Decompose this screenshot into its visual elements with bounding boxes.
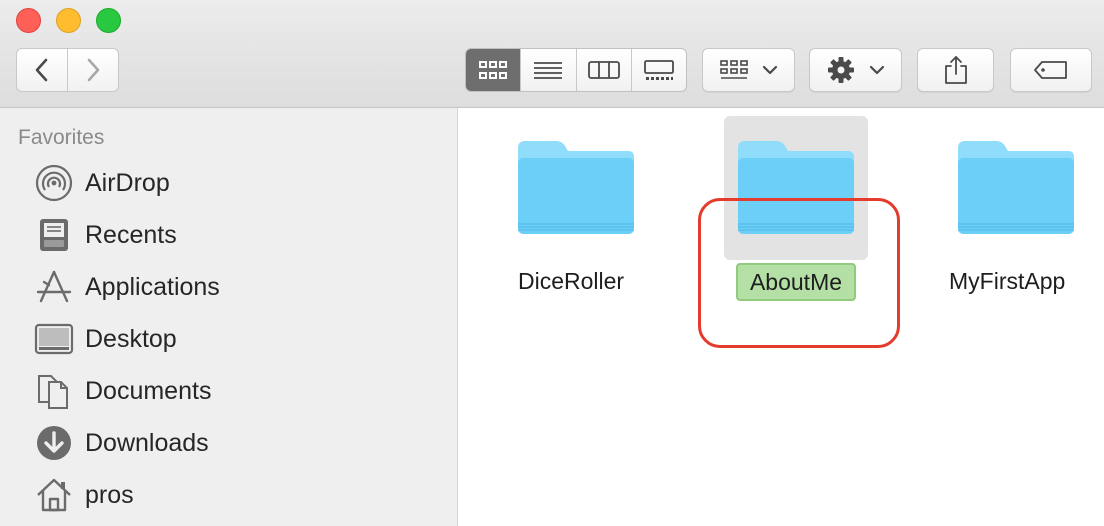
annotation-highlight-ring: [698, 198, 900, 348]
downloads-icon: [34, 423, 74, 463]
chevron-down-icon: [869, 65, 884, 75]
zoom-window-button[interactable]: [96, 8, 121, 33]
recents-icon: [34, 215, 74, 255]
folder-content-area: DiceRoller AboutMe MyFirstApp: [458, 108, 1104, 526]
sidebar-item-downloads[interactable]: Downloads: [34, 423, 209, 463]
view-mode-switcher: [465, 48, 687, 92]
close-window-button[interactable]: [16, 8, 41, 33]
gallery-icon: [643, 60, 674, 80]
sidebar-heading-favorites: Favorites: [18, 126, 105, 149]
folder-name: DiceRoller: [518, 268, 625, 294]
sidebar-item-label: Applications: [85, 272, 220, 301]
documents-icon: [34, 371, 74, 411]
list-lines-icon: [534, 62, 563, 79]
toolbar: [0, 0, 1104, 108]
sidebar-item-applications[interactable]: Applications: [34, 267, 220, 307]
folder-icon: [958, 141, 1074, 234]
list-view-button[interactable]: [520, 49, 575, 91]
sidebar-item-label: Recents: [85, 220, 177, 249]
gallery-view-button[interactable]: [630, 49, 686, 91]
tag-icon: [1034, 61, 1067, 79]
chevron-left-icon: [35, 58, 48, 82]
action-menu-button[interactable]: [809, 48, 902, 92]
sidebar-item-label: Downloads: [85, 428, 209, 457]
folder-name: MyFirstApp: [949, 268, 1066, 294]
sidebar-item-pros[interactable]: pros: [34, 475, 134, 515]
gear-icon: [827, 57, 854, 83]
airdrop-icon: [34, 163, 74, 203]
back-button[interactable]: [17, 49, 67, 91]
navigation-buttons: [16, 48, 119, 92]
group-grid-icon: [719, 60, 748, 79]
finder-window: Favorites AirDrop Recents Applications D…: [0, 0, 1104, 526]
minimize-window-button[interactable]: [56, 8, 81, 33]
sidebar-item-label: Desktop: [85, 324, 177, 353]
sidebar-item-desktop[interactable]: Desktop: [34, 319, 177, 359]
home-icon: [34, 475, 74, 515]
sidebar: Favorites AirDrop Recents Applications D…: [0, 108, 458, 526]
sidebar-item-documents[interactable]: Documents: [34, 371, 211, 411]
sidebar-item-label: Documents: [85, 376, 212, 405]
share-button[interactable]: [917, 48, 994, 92]
sidebar-item-recents[interactable]: Recents: [34, 215, 177, 255]
chevron-down-icon: [762, 65, 777, 75]
group-by-menu-button[interactable]: [702, 48, 795, 92]
sidebar-item-label: pros: [85, 480, 134, 509]
folder-diceroller[interactable]: DiceRoller: [516, 138, 636, 294]
desktop-icon: [34, 319, 74, 359]
share-icon: [944, 56, 967, 84]
columns-icon: [587, 61, 620, 79]
chevron-right-icon: [87, 58, 100, 82]
tags-button[interactable]: [1010, 48, 1092, 92]
sidebar-item-label: AirDrop: [85, 168, 170, 197]
folder-icon: [518, 141, 634, 234]
icon-view-button[interactable]: [466, 49, 521, 91]
applications-icon: [34, 267, 74, 307]
column-view-button[interactable]: [575, 49, 631, 91]
folder-myfirstapp[interactable]: MyFirstApp: [949, 138, 1076, 294]
icon-grid-icon: [479, 61, 508, 79]
sidebar-item-airdrop[interactable]: AirDrop: [34, 163, 170, 203]
forward-button[interactable]: [67, 49, 118, 91]
